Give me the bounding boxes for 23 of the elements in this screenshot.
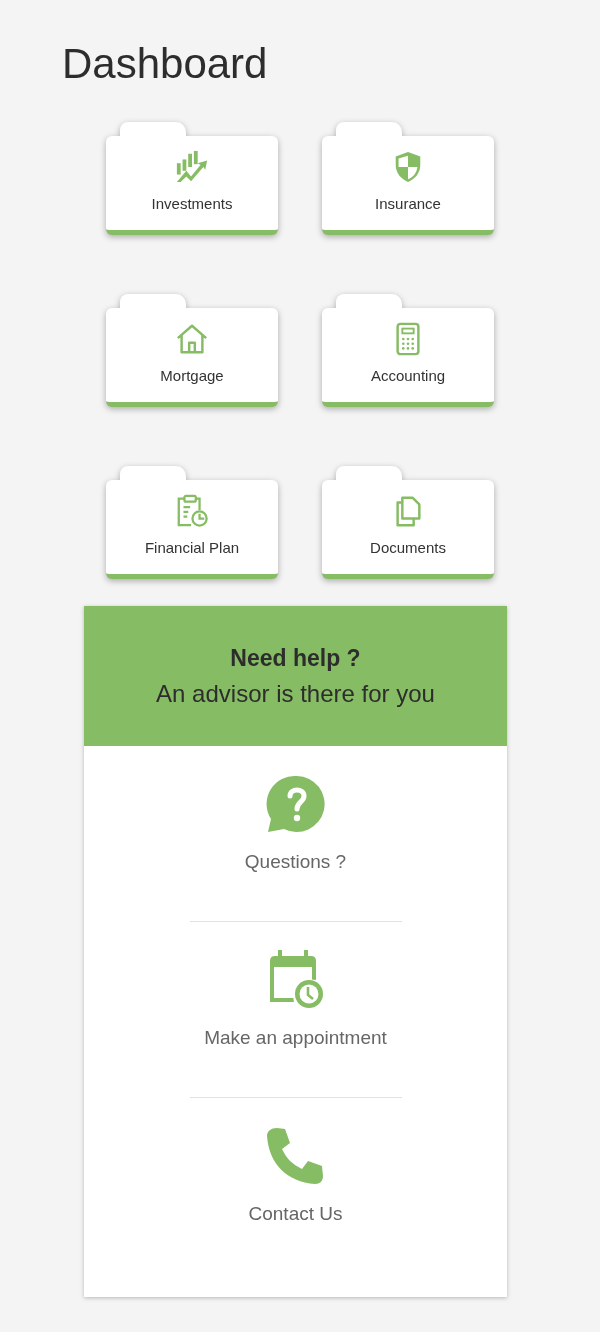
folder-tab	[336, 122, 402, 136]
tile-label: Financial Plan	[144, 539, 240, 556]
tile-label: Documents	[370, 539, 446, 556]
phone-icon	[265, 1126, 326, 1186]
help-heading: Need help ?	[230, 644, 361, 672]
chart-icon	[175, 150, 209, 184]
help-link[interactable]: Make an appointment	[204, 922, 387, 1097]
page-title: Dashboard	[62, 39, 268, 89]
help-link[interactable]: Contact Us	[248, 1098, 343, 1273]
clipboard-icon	[175, 494, 209, 528]
tile-label: Insurance	[375, 195, 441, 212]
folder-tab	[336, 466, 402, 480]
tile-label: Investments	[151, 195, 233, 212]
tile-label: Accounting	[370, 367, 446, 384]
house-icon	[175, 322, 209, 356]
question-icon	[265, 774, 326, 834]
folder-tab	[336, 294, 402, 308]
folder-tab	[120, 294, 186, 308]
help-link[interactable]: Questions ?	[244, 746, 347, 921]
help-subheading: An advisor is there for you	[156, 679, 435, 708]
tile-label: Mortgage	[160, 367, 224, 384]
folder-tab	[120, 122, 186, 136]
folder-tab	[120, 466, 186, 480]
